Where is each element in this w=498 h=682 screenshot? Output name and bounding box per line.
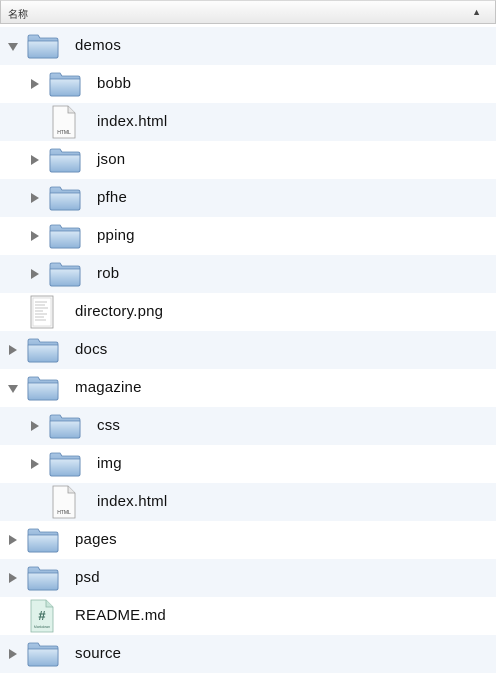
folder-icon <box>49 147 81 173</box>
svg-text:Markdown: Markdown <box>34 625 50 629</box>
folder-icon <box>27 33 59 59</box>
list-item[interactable]: docs <box>0 331 496 369</box>
list-item[interactable]: rob <box>0 255 496 293</box>
item-name: bobb <box>97 75 132 92</box>
item-name: docs <box>75 341 108 358</box>
list-item[interactable]: pping <box>0 217 496 255</box>
list-item[interactable]: pfhe <box>0 179 496 217</box>
folder-icon <box>27 337 59 363</box>
disclosure-collapsed-icon[interactable] <box>9 649 17 659</box>
file-list: demos bobb HTML index.html json pfhe ppi… <box>0 27 496 673</box>
disclosure-collapsed-icon[interactable] <box>31 79 39 89</box>
list-item[interactable]: demos <box>0 27 496 65</box>
folder-icon <box>27 527 59 553</box>
item-name: README.md <box>75 607 166 624</box>
item-name: index.html <box>97 493 168 510</box>
folder-icon <box>49 451 81 477</box>
item-name: rob <box>97 265 120 282</box>
item-name: demos <box>75 37 122 54</box>
list-item[interactable]: pages <box>0 521 496 559</box>
folder-icon <box>49 413 81 439</box>
list-item[interactable]: directory.png <box>0 293 496 331</box>
item-name: source <box>75 645 122 662</box>
disclosure-collapsed-icon[interactable] <box>31 193 39 203</box>
markdown-file-icon: # Markdown <box>29 599 55 633</box>
list-item[interactable]: img <box>0 445 496 483</box>
list-item[interactable]: css <box>0 407 496 445</box>
html-file-icon: HTML <box>51 485 77 519</box>
disclosure-expanded-icon[interactable] <box>8 43 18 51</box>
svg-text:HTML: HTML <box>57 510 71 516</box>
folder-icon <box>49 261 81 287</box>
folder-icon <box>49 185 81 211</box>
item-name: css <box>97 417 121 434</box>
disclosure-collapsed-icon[interactable] <box>31 155 39 165</box>
list-item[interactable]: json <box>0 141 496 179</box>
folder-icon <box>49 223 81 249</box>
list-item[interactable]: HTML index.html <box>0 483 496 521</box>
folder-icon <box>49 71 81 97</box>
list-item[interactable]: psd <box>0 559 496 597</box>
item-name: magazine <box>75 379 142 396</box>
item-name: pping <box>97 227 135 244</box>
svg-text:#: # <box>38 608 46 623</box>
disclosure-collapsed-icon[interactable] <box>9 573 17 583</box>
list-item[interactable]: # Markdown README.md <box>0 597 496 635</box>
disclosure-collapsed-icon[interactable] <box>31 459 39 469</box>
list-item[interactable]: source <box>0 635 496 673</box>
name-column-label: 名称 <box>8 10 28 21</box>
item-name: pages <box>75 531 117 548</box>
item-name: json <box>97 151 126 168</box>
folder-icon <box>27 565 59 591</box>
disclosure-collapsed-icon[interactable] <box>31 231 39 241</box>
svg-text:HTML: HTML <box>57 130 71 136</box>
image-file-icon <box>29 295 55 329</box>
list-item[interactable]: magazine <box>0 369 496 407</box>
sort-ascending-icon[interactable]: ▲ <box>472 7 481 17</box>
item-name: psd <box>75 569 100 586</box>
list-item[interactable]: HTML index.html <box>0 103 496 141</box>
disclosure-collapsed-icon[interactable] <box>9 345 17 355</box>
list-item[interactable]: bobb <box>0 65 496 103</box>
html-file-icon: HTML <box>51 105 77 139</box>
column-header[interactable]: 名称 ▲ <box>0 0 496 24</box>
disclosure-collapsed-icon[interactable] <box>31 421 39 431</box>
folder-icon <box>27 641 59 667</box>
item-name: img <box>97 455 122 472</box>
item-name: index.html <box>97 113 168 130</box>
disclosure-expanded-icon[interactable] <box>8 385 18 393</box>
disclosure-collapsed-icon[interactable] <box>9 535 17 545</box>
disclosure-collapsed-icon[interactable] <box>31 269 39 279</box>
folder-icon <box>27 375 59 401</box>
item-name: pfhe <box>97 189 127 206</box>
item-name: directory.png <box>75 303 164 320</box>
